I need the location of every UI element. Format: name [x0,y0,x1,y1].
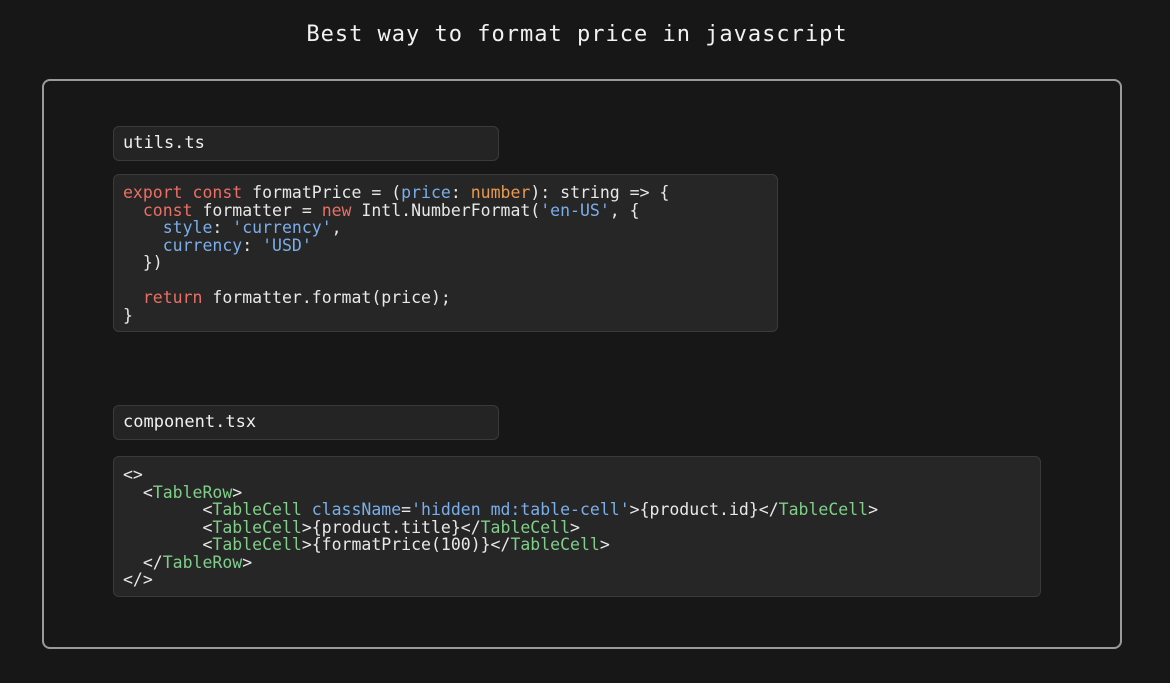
code-block-utils[interactable]: export const formatPrice = (price: numbe… [113,174,778,332]
code-line: }) [123,254,768,272]
code-token: </> [123,570,153,589]
code-token: : [212,218,233,237]
code-token: TableCell [212,517,302,537]
code-line: <TableCell>{formatPrice(100)}</TableCell… [123,536,1031,554]
code-line: <TableRow> [123,482,1031,502]
code-line: currency: 'USD' [123,235,768,255]
code-token: new [321,200,352,220]
code-token: }) [123,253,163,272]
code-line: </> [123,571,1031,589]
code-token: ): string => { [530,183,670,202]
code-token: 'USD' [262,235,312,255]
code-token: TableCell [212,535,302,554]
file-tab-component[interactable]: component.tsx [113,405,499,440]
code-line: export const formatPrice = (price: numbe… [123,184,768,202]
code-token: > [868,500,878,519]
code-token: } [123,305,133,325]
code-block-component[interactable]: <> <TableRow> <TableCell className='hidd… [113,456,1041,597]
code-token: 'currency' [232,218,332,237]
code-token: TableRow [152,482,233,502]
code-token: className [311,500,402,519]
code-token: number [470,183,531,202]
code-line: const formatter = new Intl.NumberFormat(… [123,200,768,220]
code-token: TableRow [162,552,243,572]
code-token: TableCell [480,517,571,537]
code-token: formatPrice = ( [242,183,402,202]
code-token: >{formatPrice(100)}</ [301,535,511,554]
code-token: = [401,500,412,519]
page-title: Best way to format price in javascript [306,22,848,47]
code-token: , [331,218,342,237]
code-token: formatter = [192,200,322,220]
code-token: > [232,482,243,502]
code-line: </TableRow> [123,552,1031,572]
code-token: TableCell [212,500,302,519]
code-token: </ [123,552,163,572]
code-token: <> [123,465,143,484]
code-token: : [242,235,263,255]
code-line: return formatter.format(price); [123,289,768,307]
code-token: TableCell [778,500,869,519]
code-token: < [123,535,213,554]
code-token: return [142,288,203,307]
code-token: < [123,482,153,502]
code-token: style [162,218,213,237]
code-token: const [142,200,193,220]
code-token: >{product.id}</ [629,500,779,519]
code-line: <TableCell>{product.title}</TableCell> [123,517,1031,537]
code-token: formatter.format(price); [202,288,451,307]
code-line: style: 'currency', [123,219,768,237]
code-token: price [401,183,451,202]
code-line: <> [123,466,1031,484]
code-token: > [242,552,253,572]
code-token: , { [609,200,640,220]
code-token: Intl.NumberFormat( [351,200,541,220]
code-token: 'en-US' [540,200,610,220]
code-line: } [123,305,768,325]
code-token: TableCell [510,535,600,554]
code-token: : [450,183,471,202]
file-tab-utils[interactable]: utils.ts [113,126,499,161]
code-token: > [599,535,610,554]
code-token: currency [162,235,243,255]
code-token: > [570,517,580,537]
code-token: < [123,517,213,537]
code-line: <TableCell className='hidden md:table-ce… [123,501,1031,519]
code-token: < [123,500,213,519]
code-token: export const [123,183,243,202]
code-token: 'hidden md:table-cell' [411,500,630,519]
code-token: >{product.title}</ [301,517,481,537]
